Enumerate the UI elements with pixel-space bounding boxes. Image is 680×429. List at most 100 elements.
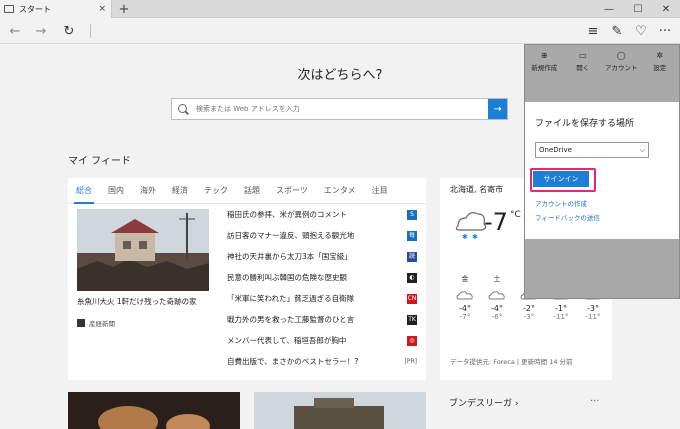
headline-item[interactable]: 民意の勝利叫ぶ韓国の危険な歴史観 ◐	[227, 270, 417, 286]
hub-panel: ⊕ 新規作成 ▭ 開く ◯ アカウント ✲ 設定 ファイルを保存する場所 OneDrive ⌵…	[524, 44, 680, 299]
headline-text: 神社の天井裏から太刀3本「国宝級」	[227, 252, 352, 261]
lead-story-caption[interactable]: 糸魚川大火 1軒だけ残った奇跡の家	[77, 296, 197, 307]
feed-tab[interactable]: 話題	[236, 178, 268, 204]
headline-text: 民意の勝利叫ぶ韓国の危険な歴史観	[227, 273, 347, 282]
back-button[interactable]: ←	[4, 20, 26, 42]
headline-item[interactable]: 「米軍に笑われた」貧乏過ぎる自衛隊 CN	[227, 291, 417, 307]
panel-toolbar: ⊕ 新規作成 ▭ 開く ◯ アカウント ✲ 設定	[525, 45, 679, 77]
tab-start[interactable]: スタート ×	[0, 0, 112, 18]
lead-story-source: 産経新聞	[77, 318, 115, 328]
forecast-low: -7°	[459, 313, 471, 321]
maximize-button[interactable]: ☐	[624, 0, 652, 18]
dropdown-value: OneDrive	[539, 146, 572, 154]
forecast-low: -3°	[523, 313, 535, 321]
feed-tab[interactable]: 国内	[100, 178, 132, 204]
headline-text: メンバー代表して、稲垣吾郎が胸中	[227, 336, 347, 345]
headline-item[interactable]: 訪日客のマナー違反、頭抱える観光地 毎	[227, 228, 417, 244]
myfeed-title: マイ フィード	[68, 156, 131, 167]
toolbar-label: 設定	[653, 63, 667, 72]
search-icon	[178, 104, 187, 113]
toolbar-icon: ◯	[616, 50, 626, 60]
story-image-1[interactable]	[68, 392, 240, 429]
source-logo-icon	[77, 319, 85, 327]
source-name: 産経新聞	[89, 320, 115, 328]
tab-page-icon	[4, 5, 14, 13]
league-title-text: ブンデスリーガ	[449, 399, 513, 409]
svg-text:✱: ✱	[462, 233, 468, 241]
toolbar-icon: ⊕	[540, 50, 548, 60]
feed-tab[interactable]: 注目	[364, 178, 396, 204]
forecast-high: -2°	[523, 304, 535, 313]
create-account-link[interactable]: アカウントの作成	[535, 198, 587, 208]
forward-button[interactable]: →	[30, 20, 52, 42]
tab-close-icon[interactable]: ×	[98, 4, 106, 14]
league-more-button[interactable]: ···	[590, 396, 600, 407]
feed-tabs: 総合 国内 海外 経済 テック 話題 スポーツ エンタメ 注目	[68, 178, 426, 204]
league-title[interactable]: ブンデスリーガ ›	[449, 396, 519, 409]
headline-text: 「米軍に笑われた」貧乏過ぎる自衛隊	[227, 294, 355, 303]
nav-divider	[90, 24, 91, 38]
web-note-button[interactable]: ✎	[606, 20, 628, 42]
weather-source: データ提供元: Foreca | 更新時間 14 分前	[450, 358, 573, 366]
feed-tab[interactable]: スポーツ	[268, 178, 316, 204]
panel-toolbar-button[interactable]: ◯ アカウント	[602, 45, 641, 77]
hub-button[interactable]: ≡	[582, 20, 604, 42]
chevron-down-icon: ⌵	[639, 146, 645, 154]
nav-bar	[0, 18, 680, 44]
panel-toolbar-button[interactable]: ▭ 開く	[564, 45, 603, 77]
story-image-2[interactable]	[254, 392, 426, 429]
chevron-right-icon: ›	[514, 399, 519, 409]
cloud-icon	[488, 291, 505, 300]
headline-item[interactable]: 自費出版で、まさかのベストセラー！? [PR]	[227, 354, 417, 370]
svg-text:✱: ✱	[472, 233, 478, 241]
headline-item[interactable]: メンバー代表して、稲垣吾郎が胸中 ◎	[227, 333, 417, 349]
forecast-day-label: 土	[493, 275, 501, 283]
headline-item[interactable]: 戦力外の男を救った工藤監督のひと言 TK	[227, 312, 417, 328]
search-box[interactable]: →	[171, 98, 508, 120]
panel-toolbar-button[interactable]: ⊕ 新規作成	[525, 45, 564, 77]
news-card: 総合 国内 海外 経済 テック 話題 スポーツ エンタメ 注目 糸魚川大火 1軒だけ残った奇跡の…	[68, 178, 426, 380]
feed-tab[interactable]: エンタメ	[316, 178, 364, 204]
forecast-high: -4°	[491, 304, 503, 313]
signin-button[interactable]: サインイン	[533, 171, 589, 187]
toolbar-label: 新規作成	[531, 63, 558, 72]
cloud-icon	[456, 291, 473, 300]
weather-location: 北海道, 名寄市	[450, 185, 504, 194]
forecast-low: -6°	[491, 313, 503, 321]
headline-text: 訪日客のマナー違反、頭抱える観光地	[227, 231, 355, 240]
lead-story-photo[interactable]	[77, 209, 209, 291]
feedback-link[interactable]: フィードバックの送信	[535, 212, 600, 222]
headline-text: 自費出版で、まさかのベストセラー！?	[227, 357, 359, 366]
toolbar-icon: ▭	[578, 50, 587, 60]
forecast-day: 金 -4° -7°	[450, 274, 480, 321]
new-tab-button[interactable]: +	[116, 0, 132, 18]
toolbar-label: アカウント	[605, 63, 638, 72]
save-location-dropdown[interactable]: OneDrive ⌵	[535, 142, 649, 158]
feed-tab[interactable]: 総合	[68, 178, 100, 204]
headline-text: 戦力外の男を救った工藤監督のひと言	[227, 315, 355, 324]
source-logo-icon: ◎	[407, 336, 417, 346]
search-go-button[interactable]: →	[488, 99, 507, 119]
headline-item[interactable]: 神社の天井裏から太刀3本「国宝級」 読	[227, 249, 417, 265]
minimize-button[interactable]: —	[595, 0, 623, 18]
forecast-low: -11°	[585, 313, 601, 321]
search-input[interactable]	[194, 99, 484, 119]
pr-tag: [PR]	[404, 358, 417, 365]
source-logo-icon: 読	[407, 252, 417, 262]
source-logo-icon: S	[407, 210, 417, 220]
feed-tab[interactable]: 海外	[132, 178, 164, 204]
panel-toolbar-button[interactable]: ✲ 設定	[641, 45, 680, 77]
source-logo-icon: TK	[407, 315, 417, 325]
headline-item[interactable]: 稲田氏の参拝、米が異例のコメント S	[227, 207, 417, 223]
forecast-day-label: 金	[461, 275, 469, 283]
forecast-low: -11°	[553, 313, 569, 321]
forecast-high: -3°	[587, 304, 599, 313]
share-button[interactable]: ♡	[630, 20, 652, 42]
forecast-day: 土 -4° -6°	[482, 274, 512, 321]
more-button[interactable]: ···	[654, 20, 676, 42]
feed-tab[interactable]: 経済	[164, 178, 196, 204]
refresh-button[interactable]: ↻	[58, 20, 80, 42]
feed-tab[interactable]: テック	[196, 178, 236, 204]
toolbar-label: 開く	[576, 63, 590, 72]
close-window-button[interactable]: ✕	[652, 0, 680, 18]
